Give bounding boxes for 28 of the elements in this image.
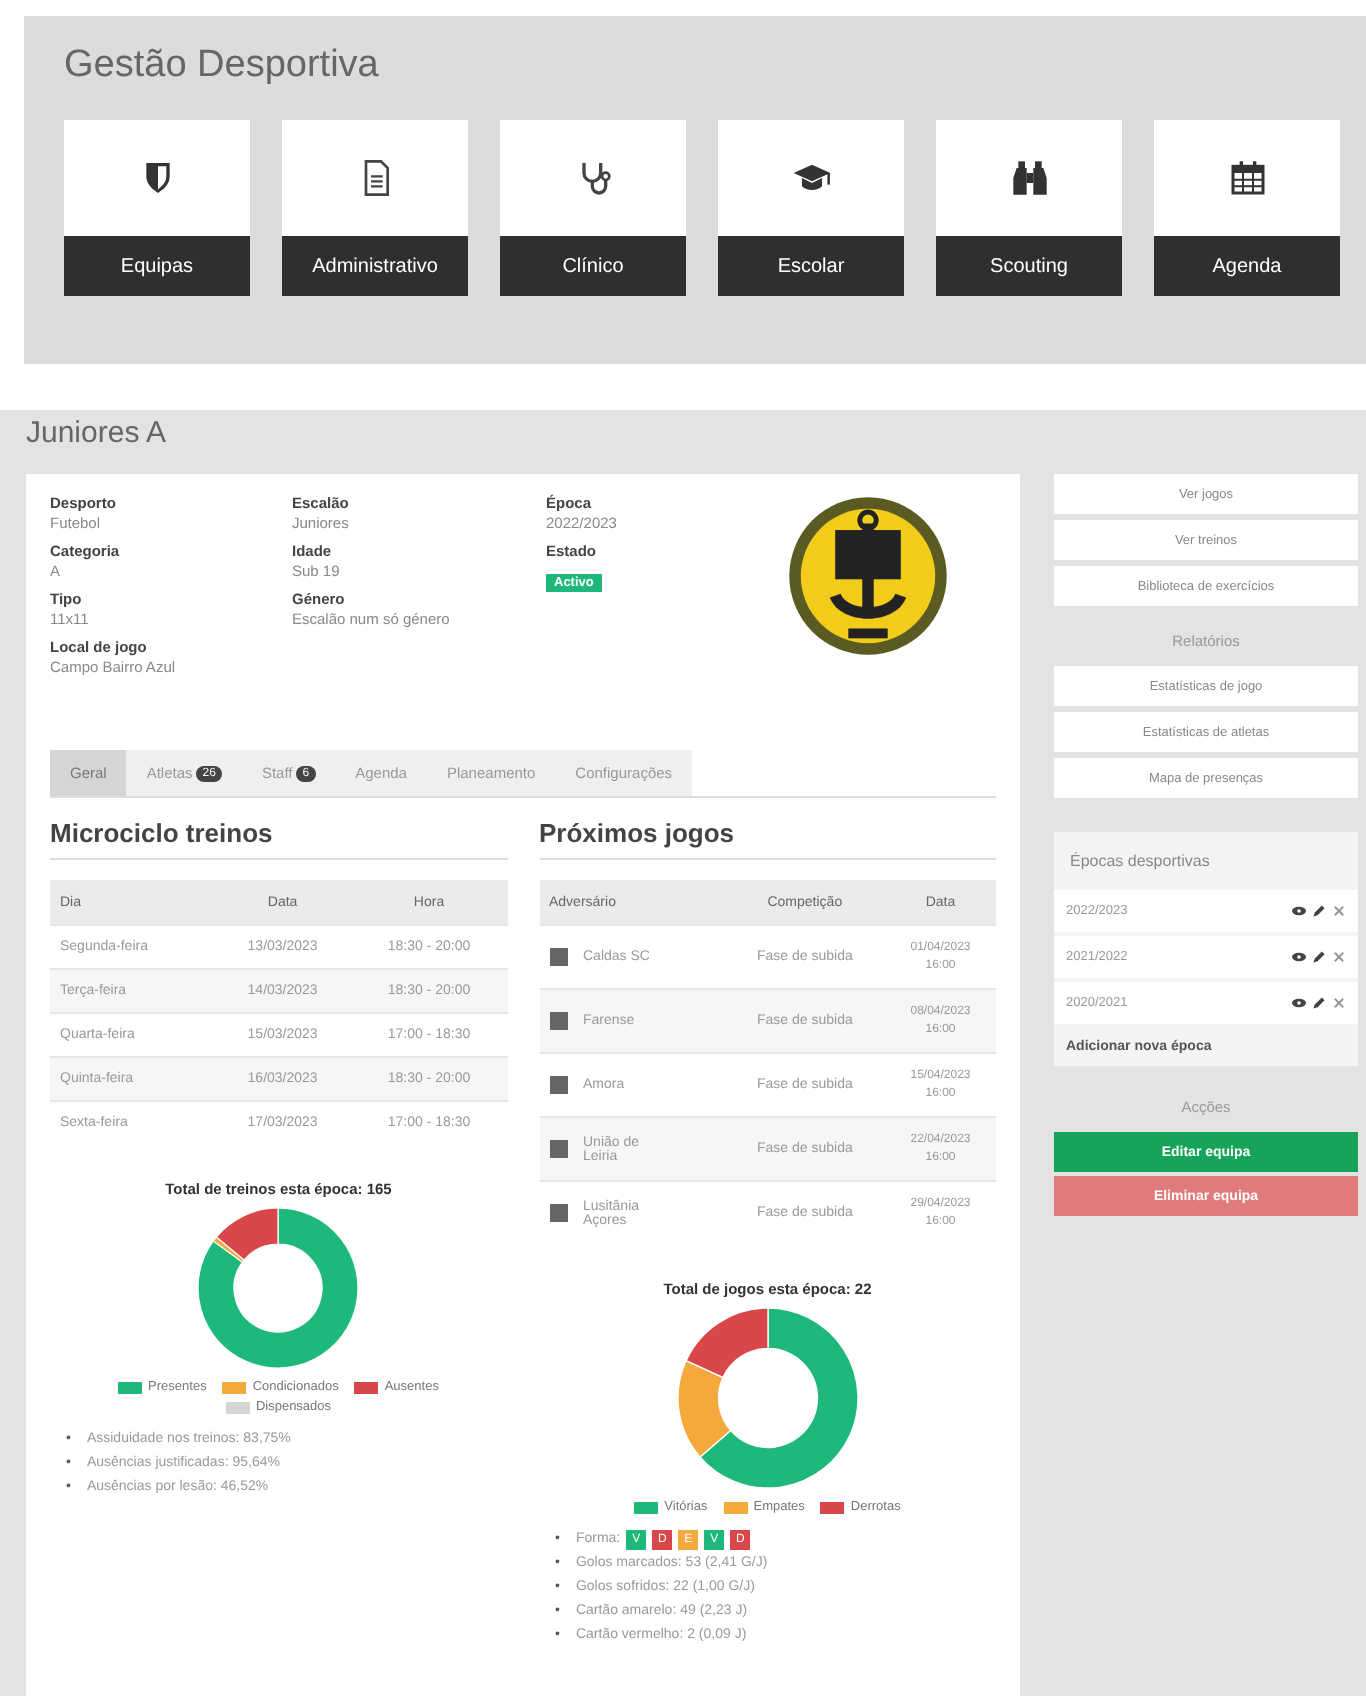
close-icon[interactable] <box>1332 996 1346 1010</box>
view-icon[interactable] <box>1292 904 1306 918</box>
match-icon <box>549 1204 567 1222</box>
edit-icon[interactable] <box>1312 950 1326 964</box>
edit-icon[interactable] <box>1312 996 1326 1010</box>
module-tile[interactable]: Administrativo <box>282 120 468 296</box>
module-icon <box>1227 158 1267 198</box>
close-icon[interactable] <box>1332 904 1346 918</box>
module-tile[interactable]: Scouting <box>936 120 1122 296</box>
match-icon <box>549 948 567 966</box>
match-icon <box>549 1140 567 1158</box>
page-title: Gestão Desportiva <box>64 44 381 88</box>
match-icon <box>549 1076 567 1094</box>
module-tile[interactable]: Agenda <box>1154 120 1340 296</box>
crest-icon <box>786 494 950 658</box>
edit-icon[interactable] <box>1312 904 1326 918</box>
module-tile[interactable]: Clínico <box>500 120 686 296</box>
team-title: Juniores A <box>26 414 169 454</box>
module-icon <box>1009 158 1049 198</box>
section-title: Microciclo treinos <box>50 818 507 860</box>
close-icon[interactable] <box>1332 950 1346 964</box>
module-tile[interactable]: Equipas <box>64 120 250 296</box>
match-icon <box>549 1012 567 1030</box>
section-title: Próximos jogos <box>539 818 996 860</box>
module-tile[interactable]: Escolar <box>718 120 904 296</box>
view-icon[interactable] <box>1292 950 1306 964</box>
panel-title: Épocas desportivas <box>1068 850 1212 874</box>
view-icon[interactable] <box>1292 996 1306 1010</box>
